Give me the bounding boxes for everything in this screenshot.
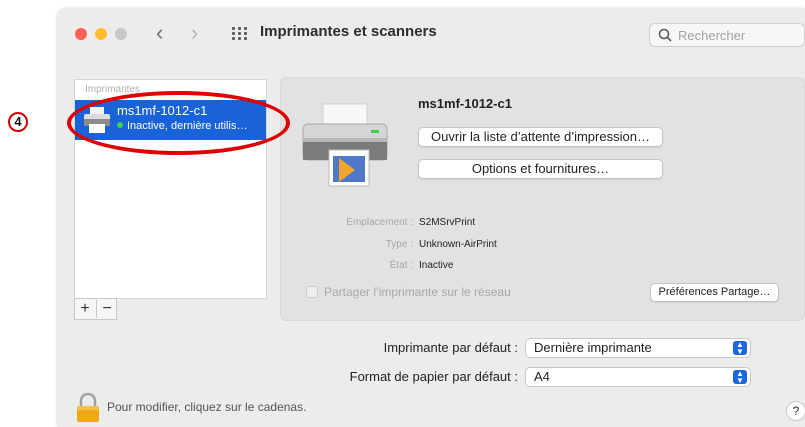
open-print-queue-button[interactable]: Ouvrir la liste d’attente d’impression… (418, 127, 663, 147)
status-dot-icon (117, 122, 123, 128)
help-button[interactable]: ? (786, 401, 805, 421)
chevron-updown-icon: ▲ ▼ (733, 370, 747, 385)
default-printer-value: Dernière imprimante (534, 340, 652, 355)
zoom-button[interactable] (115, 28, 127, 40)
add-remove-control: + − (74, 298, 117, 320)
sharing-preferences-button[interactable]: Préférences Partage… (650, 283, 779, 302)
search-placeholder: Rechercher (678, 28, 746, 43)
printer-name: ms1mf-1012-c1 (418, 96, 512, 111)
printer-list-item-status: Inactive, dernière utilis… (117, 120, 247, 132)
chevron-right-icon[interactable]: › (191, 21, 198, 45)
printer-detail-panel: ms1mf-1012-c1 Ouvrir la liste d’attente … (280, 77, 805, 321)
share-printer-label: Partager l’imprimante sur le réseau (324, 285, 511, 299)
default-paper-value: A4 (534, 369, 550, 384)
minimize-button[interactable] (95, 28, 107, 40)
chevron-left-icon[interactable]: ‹ (156, 21, 163, 45)
search-icon (658, 28, 672, 42)
location-value: S2MSrvPrint (419, 217, 476, 228)
share-printer-checkbox[interactable] (306, 286, 318, 298)
padlock-icon[interactable] (76, 393, 100, 423)
printer-list-item-name: ms1mf-1012-c1 (117, 103, 208, 118)
printer-list-header: Imprimantes (85, 84, 141, 95)
default-paper-select[interactable]: A4 ▲ ▼ (525, 367, 751, 387)
type-value: Unknown-AirPrint (419, 239, 497, 250)
window-title: Imprimantes et scanners (260, 23, 437, 40)
default-printer-select[interactable]: Dernière imprimante ▲ ▼ (525, 338, 751, 358)
chevron-updown-icon: ▲ ▼ (733, 341, 747, 356)
location-label: Emplacement : (346, 217, 413, 228)
printer-large-icon (302, 103, 388, 187)
state-label: État : (389, 260, 413, 271)
printer-list[interactable]: Imprimantes ms1mf-1012-c1 Inactive, dern… (74, 79, 267, 299)
status-text: Inactive, dernière utilis… (127, 120, 248, 132)
preferences-window: ‹ › Imprimantes et scanners Rechercher I… (58, 8, 805, 427)
options-supplies-button[interactable]: Options et fournitures… (418, 159, 663, 179)
printer-icon (84, 107, 110, 133)
step-number-badge: 4 (8, 112, 28, 132)
printer-list-item[interactable]: ms1mf-1012-c1 Inactive, dernière utilis… (75, 100, 266, 140)
state-value: Inactive (419, 260, 454, 271)
title-bar: ‹ › Imprimantes et scanners Rechercher (58, 8, 805, 58)
add-printer-button[interactable]: + (75, 300, 95, 318)
default-paper-label: Format de papier par défaut : (349, 369, 518, 384)
remove-printer-button[interactable]: − (96, 300, 117, 318)
lock-message: Pour modifier, cliquez sur le cadenas. (107, 400, 307, 414)
search-input[interactable]: Rechercher (649, 23, 805, 47)
grid-icon[interactable] (232, 27, 248, 40)
type-label: Type : (385, 239, 413, 250)
close-button[interactable] (75, 28, 87, 40)
default-printer-label: Imprimante par défaut : (383, 340, 518, 355)
